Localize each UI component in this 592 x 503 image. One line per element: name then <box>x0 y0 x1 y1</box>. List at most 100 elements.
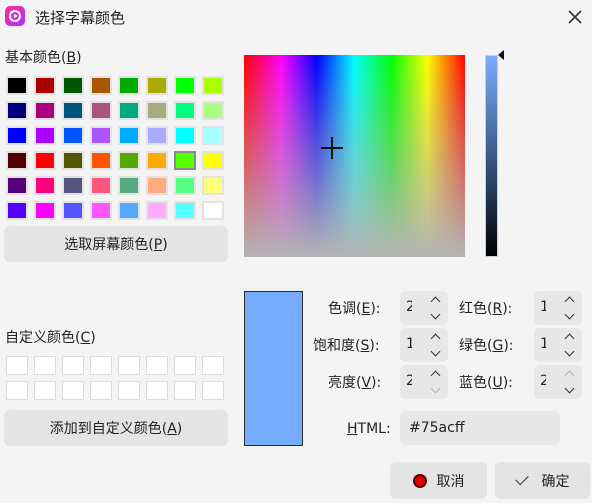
value-increment[interactable] <box>424 366 446 381</box>
saturation-increment[interactable] <box>424 329 446 344</box>
basic-color-swatch[interactable] <box>6 126 28 145</box>
basic-color-swatch[interactable] <box>202 176 224 195</box>
blue-value[interactable]: 2 <box>540 373 546 389</box>
basic-color-swatch[interactable] <box>6 176 28 195</box>
basic-color-swatch[interactable] <box>62 176 84 195</box>
basic-color-swatch[interactable] <box>174 176 196 195</box>
basic-color-swatch[interactable] <box>118 151 140 170</box>
green-spinbox[interactable]: 1 <box>534 328 582 362</box>
basic-color-swatch[interactable] <box>146 126 168 145</box>
saturation-value[interactable]: 1 <box>406 336 412 352</box>
basic-color-swatch[interactable] <box>62 76 84 95</box>
green-decrement[interactable] <box>558 346 580 361</box>
basic-color-swatch[interactable] <box>146 151 168 170</box>
custom-color-swatch[interactable] <box>6 356 28 375</box>
green-increment[interactable] <box>558 329 580 344</box>
basic-color-swatch[interactable] <box>174 151 196 170</box>
basic-color-swatch[interactable] <box>90 101 112 120</box>
basic-color-swatch[interactable] <box>202 151 224 170</box>
basic-color-swatch[interactable] <box>34 201 56 220</box>
basic-color-swatch[interactable] <box>34 176 56 195</box>
basic-color-swatch[interactable] <box>118 126 140 145</box>
ok-button[interactable]: 确定 <box>495 462 590 499</box>
saturation-spinbox[interactable]: 1 <box>400 328 448 362</box>
red-decrement[interactable] <box>558 309 580 324</box>
hue-decrement[interactable] <box>424 309 446 324</box>
blue-decrement[interactable] <box>558 383 580 398</box>
basic-color-swatch[interactable] <box>146 101 168 120</box>
basic-color-swatch[interactable] <box>146 201 168 220</box>
custom-color-swatch[interactable] <box>202 356 224 375</box>
custom-color-swatch[interactable] <box>62 381 84 400</box>
basic-color-swatch[interactable] <box>6 201 28 220</box>
basic-color-swatch[interactable] <box>90 126 112 145</box>
basic-color-swatch[interactable] <box>62 101 84 120</box>
custom-color-swatch[interactable] <box>34 356 56 375</box>
custom-color-swatch[interactable] <box>118 381 140 400</box>
basic-color-swatch[interactable] <box>146 176 168 195</box>
value-spinbox[interactable]: 2 <box>400 365 448 399</box>
basic-color-swatch[interactable] <box>90 76 112 95</box>
blue-increment[interactable] <box>558 366 580 381</box>
custom-color-swatch[interactable] <box>146 356 168 375</box>
custom-color-swatch[interactable] <box>174 356 196 375</box>
basic-color-swatch[interactable] <box>174 76 196 95</box>
basic-color-swatch[interactable] <box>90 151 112 170</box>
custom-color-swatch[interactable] <box>62 356 84 375</box>
basic-color-swatch[interactable] <box>90 201 112 220</box>
basic-color-swatch[interactable] <box>62 201 84 220</box>
basic-color-swatch[interactable] <box>174 201 196 220</box>
basic-color-swatch[interactable] <box>174 101 196 120</box>
basic-color-swatch[interactable] <box>34 151 56 170</box>
red-increment[interactable] <box>558 292 580 307</box>
html-color-input[interactable]: #75acff <box>400 411 560 445</box>
basic-color-swatch[interactable] <box>62 151 84 170</box>
chevron-down-icon <box>564 383 574 394</box>
custom-color-swatch[interactable] <box>146 381 168 400</box>
luminance-slider[interactable] <box>485 55 498 257</box>
hue-value[interactable]: 2 <box>406 299 412 315</box>
custom-color-swatch[interactable] <box>90 381 112 400</box>
pick-screen-color-button[interactable]: 选取屏幕颜色(P) <box>4 226 228 262</box>
color-spectrum[interactable] <box>244 55 465 257</box>
close-button[interactable] <box>564 6 586 28</box>
basic-color-swatch[interactable] <box>118 176 140 195</box>
basic-color-swatch[interactable] <box>6 151 28 170</box>
basic-color-swatch[interactable] <box>90 176 112 195</box>
hue-increment[interactable] <box>424 292 446 307</box>
add-custom-color-button[interactable]: 添加到自定义颜色(A) <box>4 410 228 446</box>
basic-color-swatch[interactable] <box>118 201 140 220</box>
basic-color-swatch[interactable] <box>202 126 224 145</box>
custom-color-swatch[interactable] <box>90 356 112 375</box>
red-spinbox[interactable]: 1 <box>534 291 582 325</box>
basic-color-swatch[interactable] <box>118 76 140 95</box>
basic-color-swatch[interactable] <box>62 126 84 145</box>
basic-color-swatch[interactable] <box>34 101 56 120</box>
basic-color-swatch[interactable] <box>34 126 56 145</box>
custom-color-swatch[interactable] <box>118 356 140 375</box>
custom-color-swatch[interactable] <box>34 381 56 400</box>
basic-color-swatch[interactable] <box>118 101 140 120</box>
basic-color-swatch[interactable] <box>202 76 224 95</box>
value-value[interactable]: 2 <box>406 373 412 389</box>
value-decrement[interactable] <box>424 383 446 398</box>
luminance-arrow-icon[interactable] <box>498 50 504 60</box>
basic-color-swatch[interactable] <box>202 201 224 220</box>
cancel-button[interactable]: 取消 <box>390 462 487 499</box>
basic-color-swatch[interactable] <box>146 76 168 95</box>
custom-color-swatch[interactable] <box>174 381 196 400</box>
spectrum-crosshair[interactable] <box>321 137 343 159</box>
basic-color-swatch[interactable] <box>174 126 196 145</box>
basic-color-swatch[interactable] <box>34 76 56 95</box>
basic-color-swatch[interactable] <box>6 76 28 95</box>
basic-color-swatch[interactable] <box>202 101 224 120</box>
hue-spinbox[interactable]: 2 <box>400 291 448 325</box>
html-color-value[interactable]: #75acff <box>409 420 464 436</box>
custom-color-swatch[interactable] <box>202 381 224 400</box>
saturation-decrement[interactable] <box>424 346 446 361</box>
basic-color-swatch[interactable] <box>6 101 28 120</box>
red-value[interactable]: 1 <box>540 299 546 315</box>
custom-color-swatch[interactable] <box>6 381 28 400</box>
green-value[interactable]: 1 <box>540 336 546 352</box>
blue-spinbox[interactable]: 2 <box>534 365 582 399</box>
